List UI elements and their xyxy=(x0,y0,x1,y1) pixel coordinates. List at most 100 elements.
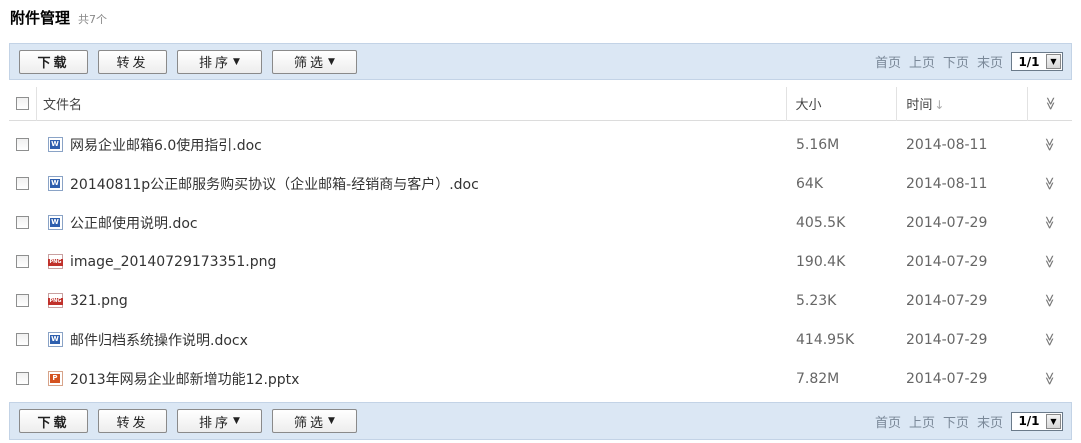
row-checkbox[interactable] xyxy=(16,177,29,190)
row-checkbox[interactable] xyxy=(16,333,29,346)
select-all-checkbox[interactable] xyxy=(15,97,29,110)
pager-prev-link[interactable]: 上页 xyxy=(909,412,935,431)
pager: 首页 上页 下页 末页 1/1 ▼ xyxy=(867,52,1063,71)
row-checkbox[interactable] xyxy=(16,255,29,268)
file-name-link[interactable]: 321.png xyxy=(70,293,128,309)
table-row[interactable]: 321.png 5.23K 2014-07-29 ≫ xyxy=(9,281,1072,320)
row-expand-icon[interactable]: ≫ xyxy=(1042,357,1057,401)
file-name-cell: 邮件归档系统操作说明.docx xyxy=(36,330,787,350)
column-header-time[interactable]: 时间 ↓ xyxy=(897,94,1027,113)
pager-first-link[interactable]: 首页 xyxy=(875,412,901,431)
file-size: 7.82M xyxy=(796,370,840,387)
file-name-link[interactable]: image_20140729173351.png xyxy=(70,254,276,270)
file-time: 2014-07-29 xyxy=(906,370,988,387)
page-select[interactable]: 1/1 ▼ xyxy=(1011,411,1063,431)
row-expand-icon[interactable]: ≫ xyxy=(1042,279,1057,323)
file-time: 2014-08-11 xyxy=(906,175,988,192)
file-size: 405.5K xyxy=(796,214,846,231)
table-row[interactable]: 2013年网易企业邮新增功能12.pptx 7.82M 2014-07-29 ≫ xyxy=(9,359,1072,398)
caret-down-icon: ▼ xyxy=(233,416,240,426)
bottom-toolbar: 下载 转发 排序 ▼ 筛选 ▼ 首页 上页 下页 末页 1/1 ▼ xyxy=(9,402,1072,440)
file-size: 414.95K xyxy=(796,331,855,348)
file-name-link[interactable]: 2013年网易企业邮新增功能12.pptx xyxy=(70,369,299,389)
filter-button[interactable]: 筛选 ▼ xyxy=(272,49,357,74)
table-row[interactable]: image_20140729173351.png 190.4K 2014-07-… xyxy=(9,242,1072,281)
word-file-icon xyxy=(48,215,63,230)
dropdown-arrow-icon: ▼ xyxy=(1046,413,1061,429)
row-check-cell xyxy=(9,372,36,385)
sort-button[interactable]: 排序 ▼ xyxy=(177,409,262,433)
row-expand-icon[interactable]: ≫ xyxy=(1042,123,1057,167)
pager-next-link[interactable]: 下页 xyxy=(943,412,969,431)
row-checkbox[interactable] xyxy=(16,294,29,307)
file-time: 2014-07-29 xyxy=(906,214,988,231)
row-check-cell xyxy=(9,294,36,307)
file-name-cell: 网易企业邮箱6.0使用指引.doc xyxy=(36,135,787,155)
forward-button[interactable]: 转发 xyxy=(98,49,167,74)
row-check-cell xyxy=(9,255,36,268)
table-row[interactable]: 公正邮使用说明.doc 405.5K 2014-07-29 ≫ xyxy=(9,203,1072,242)
pager-next-link[interactable]: 下页 xyxy=(943,52,969,71)
caret-down-icon: ▼ xyxy=(328,416,335,426)
sort-button[interactable]: 排序 ▼ xyxy=(177,49,262,74)
file-name-cell: 20140811p公正邮服务购买协议（企业邮箱-经销商与客户）.doc xyxy=(36,174,787,194)
expand-all-icon[interactable]: ≫ xyxy=(1043,82,1058,126)
file-name-link[interactable]: 邮件归档系统操作说明.docx xyxy=(70,330,248,350)
row-check-cell xyxy=(9,138,36,151)
file-name-link[interactable]: 公正邮使用说明.doc xyxy=(70,213,198,233)
file-size: 5.16M xyxy=(796,136,840,153)
pager-prev-link[interactable]: 上页 xyxy=(909,52,935,71)
file-name-link[interactable]: 网易企业邮箱6.0使用指引.doc xyxy=(70,135,262,155)
file-size: 64K xyxy=(796,175,823,192)
page-title: 附件管理 xyxy=(10,9,71,27)
table-row[interactable]: 网易企业邮箱6.0使用指引.doc 5.16M 2014-08-11 ≫ xyxy=(9,125,1072,164)
table-header: 文件名 大小 时间 ↓ ≫ xyxy=(9,86,1072,121)
file-time: 2014-08-11 xyxy=(906,136,988,153)
file-name-cell: 2013年网易企业邮新增功能12.pptx xyxy=(36,369,787,389)
file-name-link[interactable]: 20140811p公正邮服务购买协议（企业邮箱-经销商与客户）.doc xyxy=(70,174,479,194)
row-expand-icon[interactable]: ≫ xyxy=(1042,201,1057,245)
row-check-cell xyxy=(9,177,36,190)
pager-last-link[interactable]: 末页 xyxy=(977,412,1003,431)
column-divider xyxy=(1027,86,1029,121)
download-button[interactable]: 下载 xyxy=(19,49,88,74)
caret-down-icon: ▼ xyxy=(328,56,335,67)
column-header-size[interactable]: 大小 xyxy=(787,94,897,113)
table-row[interactable]: 邮件归档系统操作说明.docx 414.95K 2014-07-29 ≫ xyxy=(9,320,1072,359)
pager-first-link[interactable]: 首页 xyxy=(875,52,901,71)
row-expand-icon[interactable]: ≫ xyxy=(1042,162,1057,206)
download-button[interactable]: 下载 xyxy=(19,409,88,433)
file-list: 网易企业邮箱6.0使用指引.doc 5.16M 2014-08-11 ≫ 201… xyxy=(9,125,1072,398)
word-file-icon xyxy=(48,137,63,152)
column-header-time-label: 时间 xyxy=(906,98,933,113)
row-checkbox[interactable] xyxy=(16,138,29,151)
file-time: 2014-07-29 xyxy=(906,253,988,270)
page-select-value: 1/1 xyxy=(1018,414,1040,428)
attachment-count: 共7个 xyxy=(78,13,108,26)
sort-label: 排序 xyxy=(199,56,232,71)
word-file-icon xyxy=(48,332,63,347)
pager-last-link[interactable]: 末页 xyxy=(977,52,1003,71)
page-select[interactable]: 1/1 ▼ xyxy=(1011,52,1063,71)
file-time: 2014-07-29 xyxy=(906,331,988,348)
row-checkbox[interactable] xyxy=(16,216,29,229)
png-file-icon xyxy=(48,293,63,308)
table-row[interactable]: 20140811p公正邮服务购买协议（企业邮箱-经销商与客户）.doc 64K … xyxy=(9,164,1072,203)
row-check-cell xyxy=(9,216,36,229)
file-name-cell: 公正邮使用说明.doc xyxy=(36,213,787,233)
forward-button[interactable]: 转发 xyxy=(98,409,167,433)
row-expand-icon[interactable]: ≫ xyxy=(1042,318,1057,362)
pager: 首页 上页 下页 末页 1/1 ▼ xyxy=(867,411,1063,431)
top-toolbar: 下载 转发 排序 ▼ 筛选 ▼ 首页 上页 下页 末页 1/1 ▼ xyxy=(9,43,1072,80)
row-checkbox[interactable] xyxy=(16,372,29,385)
file-size: 190.4K xyxy=(796,253,846,270)
filter-button[interactable]: 筛选 ▼ xyxy=(272,409,357,433)
filter-label: 筛选 xyxy=(294,56,327,71)
row-expand-icon[interactable]: ≫ xyxy=(1042,240,1057,284)
page-header: 附件管理 共7个 xyxy=(10,7,107,31)
sort-label: 排序 xyxy=(199,415,232,431)
column-header-name[interactable]: 文件名 xyxy=(37,94,786,113)
row-check-cell xyxy=(9,333,36,346)
select-all-cell xyxy=(9,97,36,110)
sort-down-icon: ↓ xyxy=(934,98,945,112)
